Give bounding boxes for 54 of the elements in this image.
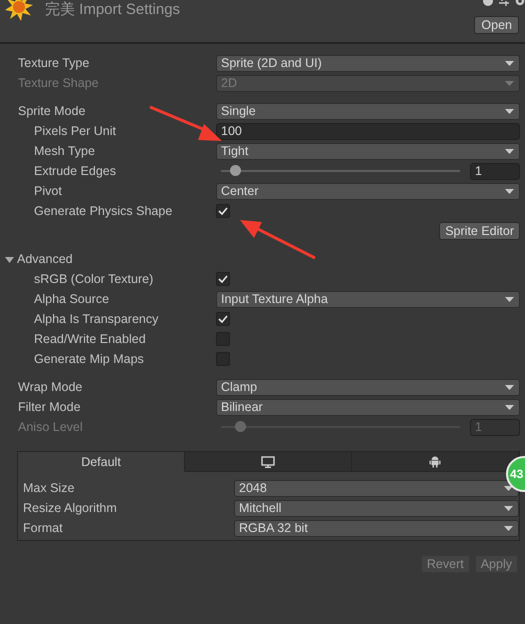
- dropdown[interactable]: Input Texture Alpha: [216, 290, 520, 308]
- caret-icon: [505, 148, 514, 154]
- field-label: Generate Mip Maps: [34, 352, 144, 366]
- field-label: sRGB (Color Texture): [34, 272, 154, 286]
- dropdown[interactable]: Single: [216, 102, 520, 120]
- foldout-arrow-icon[interactable]: [5, 254, 14, 264]
- dropdown[interactable]: Bilinear: [216, 398, 520, 416]
- android-icon: [429, 455, 441, 468]
- dropdown[interactable]: Clamp: [216, 378, 520, 396]
- checkbox[interactable]: [216, 312, 230, 326]
- caret-icon: [504, 506, 513, 510]
- dropdown[interactable]: 2048: [234, 480, 519, 496]
- field-label: Filter Mode: [18, 400, 81, 414]
- caret-icon: [505, 188, 514, 194]
- section-label[interactable]: Advanced: [14, 252, 73, 266]
- field-label: Format: [23, 521, 63, 535]
- number-field[interactable]: 1: [470, 162, 520, 180]
- dropdown[interactable]: Mitchell: [234, 500, 519, 516]
- field-label: Read/Write Enabled: [34, 332, 146, 346]
- caret-icon: [504, 526, 513, 530]
- caret-icon: [505, 60, 514, 66]
- field-label: Alpha Is Transparency: [34, 312, 158, 326]
- open-button[interactable]: Open: [474, 16, 519, 34]
- checkbox[interactable]: [216, 204, 230, 218]
- caret-icon: [505, 384, 514, 390]
- field-label: Wrap Mode: [18, 380, 82, 394]
- field-label: Max Size: [23, 481, 74, 495]
- caret-icon: [505, 296, 514, 302]
- input-field[interactable]: 100: [216, 122, 520, 140]
- checkbox[interactable]: [216, 272, 230, 286]
- field-label: Aniso Level: [18, 420, 83, 434]
- field-label: Pixels Per Unit: [34, 124, 116, 138]
- field-label: Pivot: [34, 184, 62, 198]
- caret-icon: [505, 108, 514, 114]
- field-label: Mesh Type: [34, 144, 95, 158]
- dropdown[interactable]: Tight: [216, 142, 520, 160]
- dropdown[interactable]: Center: [216, 182, 520, 200]
- sprite-editor-button[interactable]: Sprite Editor: [439, 222, 520, 240]
- dropdown[interactable]: Sprite (2D and UI): [216, 54, 520, 72]
- field-label: Alpha Source: [34, 292, 110, 306]
- dropdown[interactable]: RGBA 32 bit: [234, 520, 519, 536]
- field-label: Sprite Mode: [18, 104, 86, 118]
- window-title: 完美 Import Settings: [45, 0, 180, 19]
- slider-thumb[interactable]: [230, 165, 242, 176]
- asset-thumbnail: [4, 0, 34, 22]
- field-label: Extrude Edges: [34, 164, 116, 178]
- caret-icon: [505, 80, 514, 86]
- caret-icon: [505, 404, 514, 410]
- field-label: Resize Algorithm: [23, 501, 117, 515]
- field-label: Generate Physics Shape: [34, 204, 172, 218]
- field-label: Texture Type: [18, 56, 90, 70]
- monitor-icon: [261, 456, 275, 468]
- caret-icon: [504, 486, 513, 490]
- field-label: Texture Shape: [18, 76, 99, 90]
